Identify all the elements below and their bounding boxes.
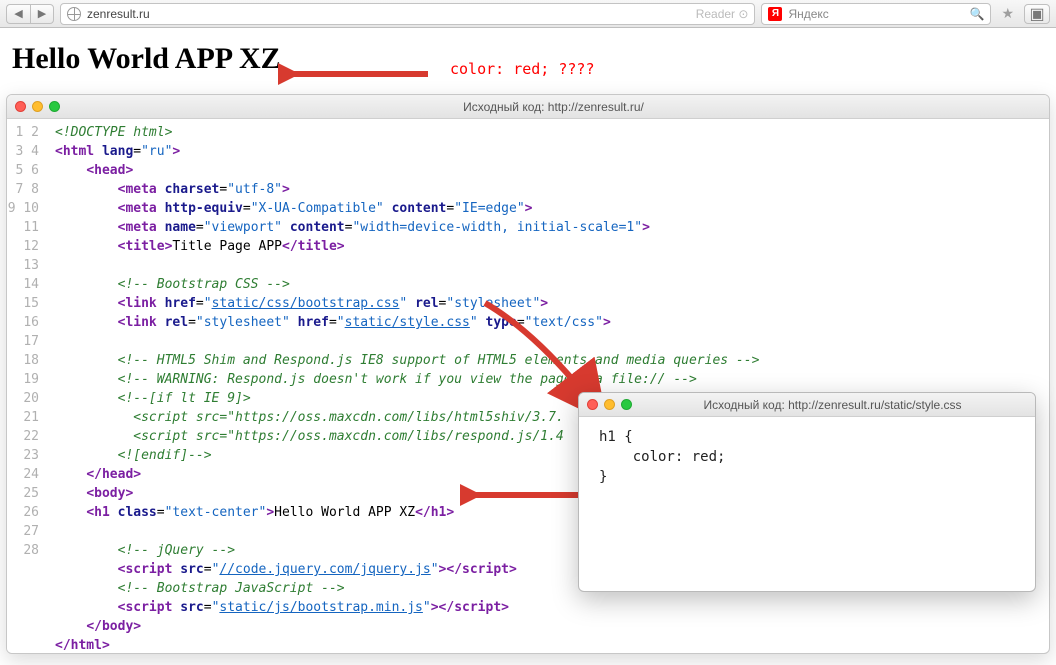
css-titlebar[interactable]: Исходный код: http://zenresult.ru/static… xyxy=(579,393,1035,417)
new-tab-button[interactable]: ▣ xyxy=(1024,4,1050,24)
annotation-text: color: red; ???? xyxy=(450,60,595,78)
search-icon: 🔍 xyxy=(969,7,984,21)
search-placeholder: Яндекс xyxy=(788,7,828,21)
zoom-icon[interactable] xyxy=(621,399,632,410)
globe-icon xyxy=(67,7,81,21)
close-icon[interactable] xyxy=(15,101,26,112)
page-body: Hello World APP XZ xyxy=(0,28,1056,90)
close-icon[interactable] xyxy=(587,399,598,410)
nav-buttons: ◀ ▶ xyxy=(6,4,54,24)
back-button[interactable]: ◀ xyxy=(6,4,30,24)
reader-button[interactable]: Reader ⊙ xyxy=(696,7,749,21)
forward-button[interactable]: ▶ xyxy=(30,4,54,24)
browser-toolbar: ◀ ▶ zenresult.ru Reader ⊙ Я Яндекс 🔍 ★ ▣ xyxy=(0,0,1056,28)
window-controls xyxy=(587,399,632,410)
bookmark-star-icon[interactable]: ★ xyxy=(1001,5,1014,22)
css-source-window: Исходный код: http://zenresult.ru/static… xyxy=(578,392,1036,592)
search-bar[interactable]: Я Яндекс 🔍 xyxy=(761,3,991,25)
yandex-icon: Я xyxy=(768,7,782,21)
minimize-icon[interactable] xyxy=(32,101,43,112)
window-controls xyxy=(15,101,60,112)
css-body: h1 { color: red; } xyxy=(579,417,1035,591)
zoom-icon[interactable] xyxy=(49,101,60,112)
address-bar[interactable]: zenresult.ru Reader ⊙ xyxy=(60,3,755,25)
css-title: Исходный код: http://zenresult.ru/static… xyxy=(638,398,1027,412)
source-titlebar[interactable]: Исходный код: http://zenresult.ru/ xyxy=(7,95,1049,119)
url-text: zenresult.ru xyxy=(87,7,150,21)
source-title: Исходный код: http://zenresult.ru/ xyxy=(66,100,1041,114)
minimize-icon[interactable] xyxy=(604,399,615,410)
line-gutter: 1 2 3 4 5 6 7 8 9 10 11 12 13 14 15 16 1… xyxy=(7,119,47,653)
